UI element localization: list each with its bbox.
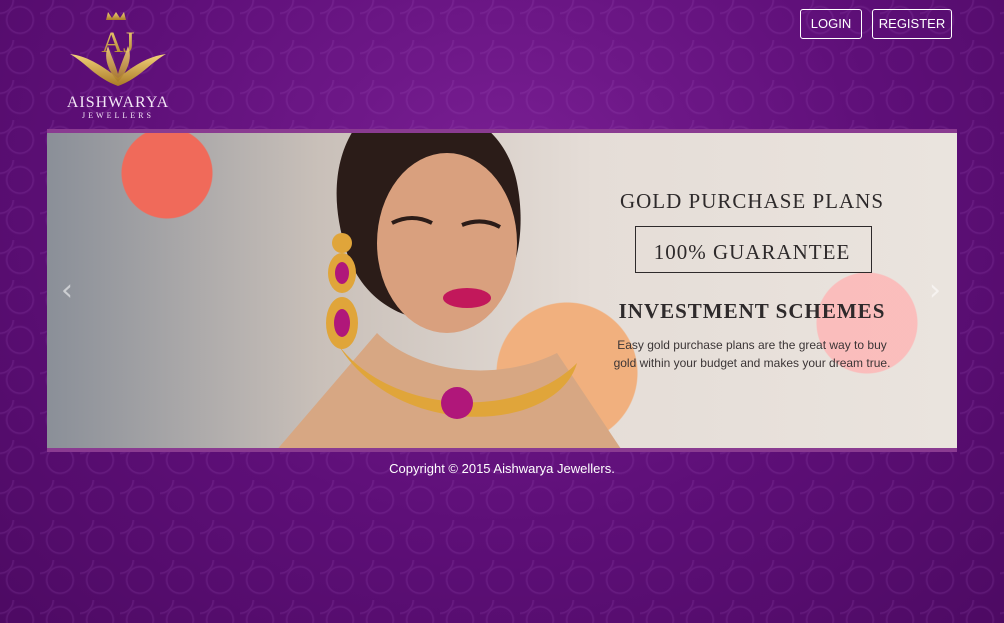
slide-subtitle: INVESTMENT SCHEMES [618,299,886,323]
chevron-left-icon[interactable]: ‹ [61,273,73,308]
brand-name: AISHWARYA [66,94,170,111]
slide-description-line1: Easy gold purchase plans are the great w… [617,338,887,352]
footer-copyright: Copyright © 2015 Aishwarya Jewellers. [389,461,615,476]
register-button[interactable]: REGISTER [872,9,952,39]
brand-logo[interactable]: AJ AISHWARYA JEWELLERS [56,8,180,122]
slide-badge: 100% GUARANTEE [653,240,851,264]
brand-subtitle: JEWELLERS [82,111,154,120]
hero-carousel[interactable]: GOLD PURCHASE PLANS 100% GUARANTEE INVES… [47,129,957,452]
login-button[interactable]: LOGIN [800,9,862,39]
lotus-crown-icon: AJ [70,12,166,86]
slide-description-line2: gold within your budget and makes your d… [613,356,891,370]
slide-title: GOLD PURCHASE PLANS [619,189,885,213]
slide-description: Easy gold purchase plans are the great w… [602,336,902,372]
carousel-slide [47,133,957,448]
chevron-right-icon[interactable]: › [929,273,941,308]
model-jewellery-image [278,133,621,448]
